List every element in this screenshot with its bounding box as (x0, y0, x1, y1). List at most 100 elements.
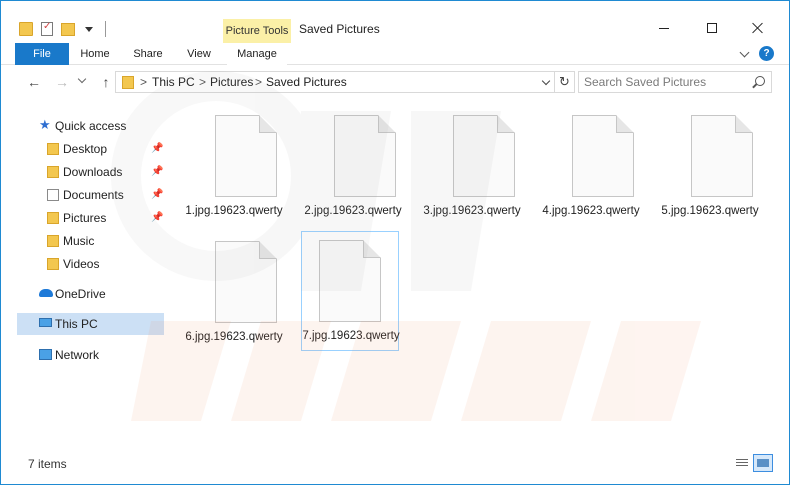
close-button[interactable] (735, 17, 781, 39)
nav-item-this-pc[interactable]: This PC (17, 313, 164, 335)
desktop-folder-icon (47, 143, 59, 155)
minimize-icon (659, 27, 669, 29)
large-icons-view-icon[interactable] (753, 454, 773, 472)
address-bar[interactable]: > This PC > Pictures > Saved Pictures (115, 71, 555, 93)
nav-item-label: Quick access (55, 119, 127, 133)
minimize-button[interactable] (641, 17, 687, 39)
nav-item-videos[interactable]: Videos (17, 253, 165, 275)
help-icon[interactable]: ? (759, 46, 774, 61)
address-row: ← → ↑ > This PC > Pictures > Saved Pictu… (1, 65, 789, 99)
nav-item-documents[interactable]: Documents 📌 (17, 184, 165, 206)
explorer-window: Picture Tools Saved Pictures File Home S… (0, 0, 790, 485)
file-name: 5.jpg.19623.qwerty (661, 205, 759, 217)
nav-item-network[interactable]: Network (17, 344, 165, 366)
blank-file-icon (691, 115, 753, 197)
properties-icon[interactable] (41, 21, 53, 36)
back-arrow-icon[interactable]: ← (25, 73, 43, 91)
nav-item-music[interactable]: Music (17, 230, 165, 252)
close-icon (752, 22, 764, 34)
blank-file-icon (334, 115, 396, 197)
maximize-button[interactable] (689, 17, 735, 39)
tab-manage[interactable]: Manage (227, 43, 287, 65)
breadcrumb-separator[interactable]: > (140, 75, 147, 89)
file-item[interactable]: 3.jpg.19623.qwerty (423, 107, 521, 227)
file-name: 3.jpg.19623.qwerty (423, 205, 521, 217)
file-name: 1.jpg.19623.qwerty (185, 205, 283, 217)
file-list: 1.jpg.19623.qwerty 2.jpg.19623.qwerty 3.… (171, 99, 789, 451)
computer-icon (39, 318, 52, 327)
toolbar-divider (105, 21, 106, 37)
recent-locations-chevron-icon[interactable] (77, 75, 87, 93)
search-box[interactable] (578, 71, 772, 93)
nav-item-label: Pictures (63, 211, 107, 225)
search-icon[interactable] (755, 76, 765, 86)
expand-ribbon-chevron-icon[interactable] (739, 48, 751, 60)
nav-item-label: Documents (63, 188, 124, 202)
nav-item-label: OneDrive (55, 287, 106, 301)
navigation-pane: ★ Quick access Desktop 📌 Downloads 📌 Doc… (1, 99, 171, 451)
nav-item-downloads[interactable]: Downloads 📌 (17, 161, 165, 183)
file-item[interactable]: 1.jpg.19623.qwerty (185, 107, 283, 227)
breadcrumb-separator[interactable]: > (199, 75, 206, 89)
blank-file-icon (319, 240, 381, 322)
documents-folder-icon (47, 189, 59, 201)
nav-item-label: This PC (55, 317, 98, 331)
downloads-folder-icon (47, 166, 59, 178)
nav-item-pictures[interactable]: Pictures 📌 (17, 207, 165, 229)
network-icon (39, 349, 52, 360)
file-item[interactable]: 2.jpg.19623.qwerty (304, 107, 402, 227)
blank-file-icon (215, 241, 277, 323)
nav-item-desktop[interactable]: Desktop 📌 (17, 138, 165, 160)
nav-item-quick-access[interactable]: ★ Quick access (17, 115, 165, 137)
picture-tools-contextual-tab: Picture Tools (223, 19, 291, 43)
tab-share[interactable]: Share (128, 43, 168, 65)
nav-item-label: Music (63, 234, 95, 248)
ribbon-tab-bar: File Home Share View Manage ? (1, 43, 789, 65)
up-arrow-icon[interactable]: ↑ (97, 73, 115, 91)
pin-icon[interactable]: 📌 (151, 138, 163, 160)
tab-view[interactable]: View (179, 43, 219, 65)
pin-icon[interactable]: 📌 (151, 207, 163, 229)
breadcrumb-pictures[interactable]: Pictures (210, 75, 253, 89)
nav-item-label: Downloads (63, 165, 123, 179)
pin-icon[interactable]: 📌 (151, 161, 163, 183)
file-name: 6.jpg.19623.qwerty (185, 331, 283, 343)
nav-item-onedrive[interactable]: OneDrive (17, 283, 165, 305)
file-item[interactable]: 5.jpg.19623.qwerty (661, 107, 759, 227)
nav-item-label: Network (55, 348, 100, 362)
tab-home[interactable]: Home (75, 43, 115, 65)
folder-icon (122, 76, 134, 89)
refresh-icon[interactable]: ↻ (555, 71, 575, 93)
breadcrumb-separator[interactable]: > (255, 75, 262, 89)
customize-toolbar-dropdown-icon[interactable] (85, 26, 93, 32)
folder-icon (19, 22, 33, 36)
status-bar: 7 items (1, 451, 789, 484)
file-name: 7.jpg.19623.qwerty (302, 330, 400, 342)
title-bar: Picture Tools Saved Pictures (1, 1, 789, 43)
details-view-icon[interactable] (734, 456, 750, 470)
item-count: 7 items (28, 457, 67, 471)
new-folder-icon[interactable] (61, 22, 75, 36)
tab-file[interactable]: File (15, 43, 69, 65)
pin-icon[interactable]: 📌 (151, 184, 163, 206)
window-title: Saved Pictures (299, 22, 380, 36)
star-icon: ★ (39, 117, 51, 132)
blank-file-icon (215, 115, 277, 197)
address-history-chevron-icon[interactable] (542, 79, 550, 87)
maximize-icon (707, 23, 717, 33)
nav-item-label: Videos (63, 257, 100, 271)
videos-folder-icon (47, 258, 59, 270)
file-item-selected[interactable]: 7.jpg.19623.qwerty (301, 231, 400, 351)
file-name: 4.jpg.19623.qwerty (542, 205, 640, 217)
music-folder-icon (47, 235, 59, 247)
forward-arrow-icon[interactable]: → (53, 73, 71, 91)
breadcrumb-saved-pictures[interactable]: Saved Pictures (266, 75, 347, 89)
file-item[interactable]: 4.jpg.19623.qwerty (542, 107, 640, 227)
quick-access-toolbar (19, 19, 106, 39)
blank-file-icon (572, 115, 634, 197)
breadcrumb-this-pc[interactable]: This PC (152, 75, 195, 89)
search-input[interactable] (584, 74, 744, 90)
blank-file-icon (453, 115, 515, 197)
file-item[interactable]: 6.jpg.19623.qwerty (185, 233, 283, 353)
file-name: 2.jpg.19623.qwerty (304, 205, 402, 217)
